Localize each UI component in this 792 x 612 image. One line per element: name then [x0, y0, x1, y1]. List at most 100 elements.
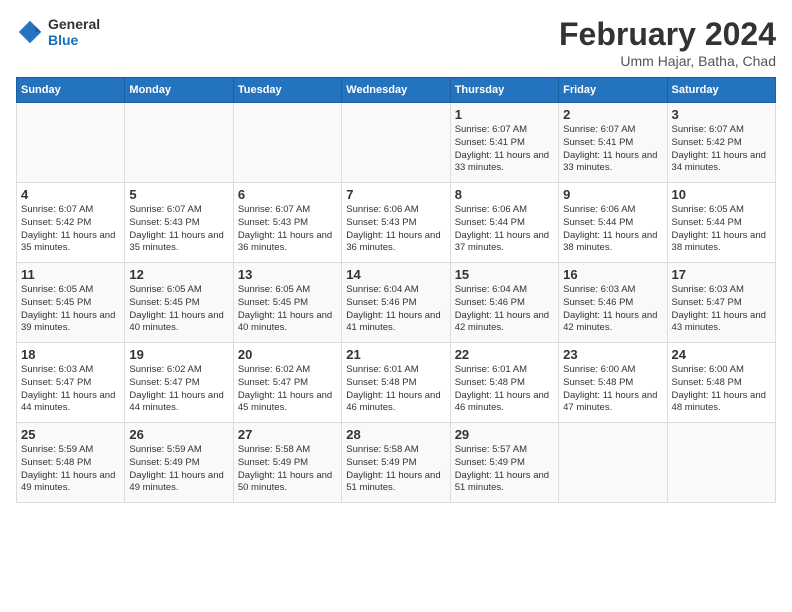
cell-info: Sunrise: 6:01 AM Sunset: 5:48 PM Dayligh… [346, 364, 445, 415]
day-number: 3 [672, 107, 771, 122]
day-number: 20 [238, 347, 337, 362]
calendar-cell [559, 423, 667, 503]
cell-info: Sunrise: 6:02 AM Sunset: 5:47 PM Dayligh… [129, 364, 228, 415]
week-row-2: 4Sunrise: 6:07 AM Sunset: 5:42 PM Daylig… [17, 183, 776, 263]
calendar-cell: 15 Sunrise: 6:04 AM Sunset: 5:46 PM Dayli… [450, 263, 558, 343]
calendar-cell: 11 Sunrise: 6:05 AM Sunset: 5:45 PM Dayli… [17, 263, 125, 343]
calendar-cell: 25 Sunrise: 5:59 AM Sunset: 5:48 PM Dayli… [17, 423, 125, 503]
logo-blue-text: Blue [48, 32, 100, 48]
cell-info: Sunrise: 5:58 AM Sunset: 5:49 PM Dayligh… [238, 444, 337, 495]
cell-info: Sunrise: 6:07 AM Sunset: 5:43 PM Dayligh… [238, 204, 337, 255]
cell-info: Sunrise: 6:05 AM Sunset: 5:44 PM Dayligh… [672, 204, 771, 255]
month-title: February 2024 [559, 16, 776, 53]
cell-info: Sunrise: 6:00 AM Sunset: 5:48 PM Dayligh… [563, 364, 662, 415]
calendar-cell: 26Sunrise: 5:59 AM Sunset: 5:49 PM Dayli… [125, 423, 233, 503]
cell-info: Sunrise: 6:06 AM Sunset: 5:43 PM Dayligh… [346, 204, 445, 255]
calendar-cell: 12 Sunrise: 6:05 AM Sunset: 5:45 PM Dayli… [125, 263, 233, 343]
day-number: 12 [129, 267, 228, 282]
day-number: 5 [129, 187, 228, 202]
cell-info: Sunrise: 6:05 AM Sunset: 5:45 PM Dayligh… [129, 284, 228, 335]
day-number: 22 [455, 347, 554, 362]
day-number: 15 [455, 267, 554, 282]
cell-info: Sunrise: 5:58 AM Sunset: 5:49 PM Dayligh… [346, 444, 445, 495]
logo: General Blue [16, 16, 100, 48]
day-header-tuesday: Tuesday [233, 78, 341, 103]
cell-info: Sunrise: 6:05 AM Sunset: 5:45 PM Dayligh… [21, 284, 120, 335]
cell-info: Sunrise: 6:05 AM Sunset: 5:45 PM Dayligh… [238, 284, 337, 335]
calendar-cell: 1 Sunrise: 6:07 AM Sunset: 5:41 PM Daylig… [450, 103, 558, 183]
cell-info: Sunrise: 6:03 AM Sunset: 5:47 PM Dayligh… [21, 364, 120, 415]
day-number: 28 [346, 427, 445, 442]
calendar-cell: 20 Sunrise: 6:02 AM Sunset: 5:47 PM Dayli… [233, 343, 341, 423]
cell-info: Sunrise: 6:04 AM Sunset: 5:46 PM Dayligh… [455, 284, 554, 335]
cell-info: Sunrise: 6:07 AM Sunset: 5:43 PM Dayligh… [129, 204, 228, 255]
day-header-thursday: Thursday [450, 78, 558, 103]
day-header-monday: Monday [125, 78, 233, 103]
calendar-cell: 29 Sunrise: 5:57 AM Sunset: 5:49 PM Dayli… [450, 423, 558, 503]
calendar-cell: 21Sunrise: 6:01 AM Sunset: 5:48 PM Dayli… [342, 343, 450, 423]
week-row-1: 1 Sunrise: 6:07 AM Sunset: 5:41 PM Daylig… [17, 103, 776, 183]
day-number: 8 [455, 187, 554, 202]
calendar-header: SundayMondayTuesdayWednesdayThursdayFrid… [17, 78, 776, 103]
cell-info: Sunrise: 6:03 AM Sunset: 5:46 PM Dayligh… [563, 284, 662, 335]
calendar-cell [17, 103, 125, 183]
cell-info: Sunrise: 6:04 AM Sunset: 5:46 PM Dayligh… [346, 284, 445, 335]
cell-info: Sunrise: 6:00 AM Sunset: 5:48 PM Dayligh… [672, 364, 771, 415]
day-header-wednesday: Wednesday [342, 78, 450, 103]
cell-info: Sunrise: 6:02 AM Sunset: 5:47 PM Dayligh… [238, 364, 337, 415]
day-number: 2 [563, 107, 662, 122]
day-number: 27 [238, 427, 337, 442]
day-header-friday: Friday [559, 78, 667, 103]
week-row-3: 11 Sunrise: 6:05 AM Sunset: 5:45 PM Dayli… [17, 263, 776, 343]
week-row-4: 18Sunrise: 6:03 AM Sunset: 5:47 PM Dayli… [17, 343, 776, 423]
day-number: 13 [238, 267, 337, 282]
calendar-cell: 28 Sunrise: 5:58 AM Sunset: 5:49 PM Dayli… [342, 423, 450, 503]
calendar-cell [233, 103, 341, 183]
calendar-cell [667, 423, 775, 503]
calendar-cell: 4Sunrise: 6:07 AM Sunset: 5:42 PM Daylig… [17, 183, 125, 263]
calendar-cell: 8 Sunrise: 6:06 AM Sunset: 5:44 PM Daylig… [450, 183, 558, 263]
day-number: 9 [563, 187, 662, 202]
calendar-cell: 24 Sunrise: 6:00 AM Sunset: 5:48 PM Dayli… [667, 343, 775, 423]
week-row-5: 25 Sunrise: 5:59 AM Sunset: 5:48 PM Dayli… [17, 423, 776, 503]
calendar-cell [125, 103, 233, 183]
cell-info: Sunrise: 5:59 AM Sunset: 5:49 PM Dayligh… [129, 444, 228, 495]
day-number: 1 [455, 107, 554, 122]
cell-info: Sunrise: 6:06 AM Sunset: 5:44 PM Dayligh… [455, 204, 554, 255]
cell-info: Sunrise: 6:07 AM Sunset: 5:41 PM Dayligh… [455, 124, 554, 175]
calendar-cell: 22Sunrise: 6:01 AM Sunset: 5:48 PM Dayli… [450, 343, 558, 423]
location: Umm Hajar, Batha, Chad [559, 53, 776, 69]
day-number: 10 [672, 187, 771, 202]
cell-info: Sunrise: 5:59 AM Sunset: 5:48 PM Dayligh… [21, 444, 120, 495]
cell-info: Sunrise: 6:07 AM Sunset: 5:41 PM Dayligh… [563, 124, 662, 175]
day-number: 29 [455, 427, 554, 442]
calendar-cell: 9 Sunrise: 6:06 AM Sunset: 5:44 PM Daylig… [559, 183, 667, 263]
day-number: 14 [346, 267, 445, 282]
header: General Blue February 2024 Umm Hajar, Ba… [16, 16, 776, 69]
calendar-cell [342, 103, 450, 183]
day-number: 16 [563, 267, 662, 282]
cell-info: Sunrise: 6:06 AM Sunset: 5:44 PM Dayligh… [563, 204, 662, 255]
calendar-cell: 19 Sunrise: 6:02 AM Sunset: 5:47 PM Dayli… [125, 343, 233, 423]
logo-icon [16, 18, 44, 46]
calendar-body: 1 Sunrise: 6:07 AM Sunset: 5:41 PM Daylig… [17, 103, 776, 503]
calendar-cell: 27 Sunrise: 5:58 AM Sunset: 5:49 PM Dayli… [233, 423, 341, 503]
day-number: 11 [21, 267, 120, 282]
cell-info: Sunrise: 6:07 AM Sunset: 5:42 PM Dayligh… [21, 204, 120, 255]
logo-text: General Blue [48, 16, 100, 48]
calendar-cell: 2 Sunrise: 6:07 AM Sunset: 5:41 PM Daylig… [559, 103, 667, 183]
calendar-cell: 23 Sunrise: 6:00 AM Sunset: 5:48 PM Dayli… [559, 343, 667, 423]
calendar-cell: 6Sunrise: 6:07 AM Sunset: 5:43 PM Daylig… [233, 183, 341, 263]
day-number: 23 [563, 347, 662, 362]
cell-info: Sunrise: 5:57 AM Sunset: 5:49 PM Dayligh… [455, 444, 554, 495]
day-number: 24 [672, 347, 771, 362]
day-number: 19 [129, 347, 228, 362]
calendar-cell: 16 Sunrise: 6:03 AM Sunset: 5:46 PM Dayli… [559, 263, 667, 343]
day-header-sunday: Sunday [17, 78, 125, 103]
day-number: 25 [21, 427, 120, 442]
day-header-saturday: Saturday [667, 78, 775, 103]
day-number: 17 [672, 267, 771, 282]
day-number: 7 [346, 187, 445, 202]
calendar-table: SundayMondayTuesdayWednesdayThursdayFrid… [16, 77, 776, 503]
cell-info: Sunrise: 6:03 AM Sunset: 5:47 PM Dayligh… [672, 284, 771, 335]
